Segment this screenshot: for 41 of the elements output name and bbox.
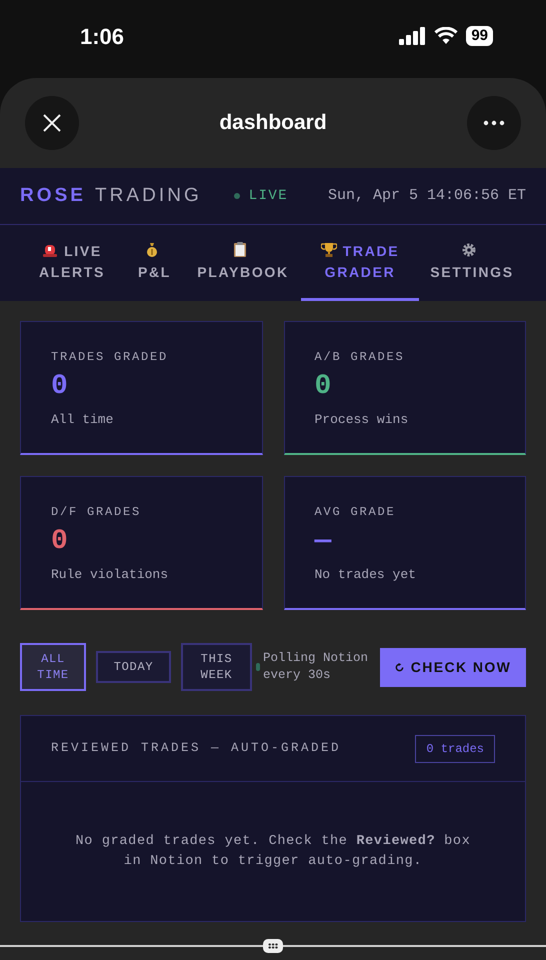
stat-value: 0 — [51, 370, 68, 404]
handle-icon — [263, 939, 283, 953]
stat-label: TRADES GRADED — [51, 349, 170, 366]
check-now-button[interactable]: CHECK NOW — [380, 648, 526, 686]
stat-value: — — [314, 525, 332, 559]
trophy-icon — [320, 240, 337, 258]
stat-value: 0 — [51, 525, 68, 559]
trade-count-badge: 0 trades — [415, 734, 495, 762]
clipboard-icon — [232, 240, 248, 258]
brand-suffix: TRADING — [95, 184, 202, 208]
refresh-icon — [394, 662, 404, 672]
stat-label: D/F GRADES — [51, 504, 142, 521]
wifi-icon — [434, 27, 458, 45]
tab[interactable]: TRADE GRADER — [301, 225, 419, 301]
stat-label: A/B GRADES — [314, 349, 406, 366]
more-icon — [482, 120, 505, 126]
stat-label: AVG GRADE — [314, 504, 397, 521]
empty-message: No graded trades yet. Check the Reviewed? box in Notion to trigger auto-grading. — [74, 832, 472, 870]
tab[interactable]: SETTINGS — [419, 225, 525, 301]
filter-button[interactable]: ALL TIME — [20, 643, 86, 691]
brand-name: ROSE — [20, 184, 86, 208]
tab[interactable]: LIVE ALERTS — [20, 225, 124, 301]
date-time: Sun, Apr 5 14:06:56 ET — [328, 186, 526, 206]
close-icon — [42, 113, 62, 133]
polling-text: Polling Notion every 30s — [263, 650, 369, 684]
sheet-title: dashboard — [219, 110, 327, 136]
stat-note: All time — [51, 411, 114, 429]
stat-note: No trades yet — [314, 566, 417, 584]
stat-note: Rule violations — [51, 566, 170, 584]
tab[interactable]: P&L — [124, 225, 185, 301]
stat-note: Process wins — [314, 411, 410, 429]
live-label: LIVE — [248, 186, 288, 206]
filter-button[interactable]: TODAY — [96, 651, 171, 683]
signal-icon — [399, 27, 426, 45]
stat-value: 0 — [314, 370, 332, 404]
status-time: 1:06 — [80, 22, 124, 50]
filter-button[interactable]: THIS WEEK — [181, 643, 252, 691]
battery-level: 99 — [466, 26, 493, 46]
panel-title: REVIEWED TRADES — AUTO-GRADED — [51, 740, 342, 758]
tab[interactable]: PLAYBOOK — [185, 225, 301, 301]
settings-icon — [461, 240, 477, 258]
